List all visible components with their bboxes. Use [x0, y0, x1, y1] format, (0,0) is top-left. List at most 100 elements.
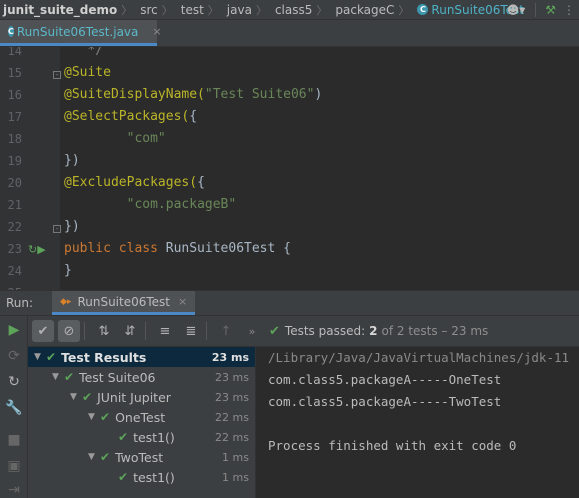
tree-row[interactable]: ▼ ✔ Test Suite06 23 ms	[28, 367, 255, 387]
line-number: 23	[7, 242, 22, 256]
tree-row[interactable]: ▼ ✔ Test Results 23 ms	[28, 347, 255, 367]
chevron-down-icon[interactable]: ▼	[52, 372, 64, 382]
hammer-icon[interactable]: ⚒	[542, 3, 559, 17]
test-status: ✔ Tests passed: 2 of 2 tests – 23 ms	[269, 324, 492, 339]
chevron-down-icon[interactable]: ▼	[34, 352, 46, 362]
passed-check-icon: ✔	[118, 470, 129, 484]
class-icon: C	[417, 4, 429, 15]
tree-item-duration: 22 ms	[215, 430, 249, 444]
status-suffix: of 2 tests – 23 ms	[381, 324, 489, 338]
tree-item-name: TwoTest	[115, 449, 164, 465]
tree-item-duration: 23 ms	[215, 370, 249, 384]
test-results-tree[interactable]: ▼ ✔ Test Results 23 ms ▼ ✔ Test Suite06 23 ms ▼ ✔…	[28, 347, 256, 498]
sort-alphabetically-icon[interactable]: ⇅	[93, 320, 115, 342]
status-count: 2	[369, 324, 378, 338]
code-line: })	[64, 219, 80, 234]
fold-marker-icon[interactable]: -	[53, 225, 61, 233]
more-icon[interactable]: ⋮	[559, 3, 579, 17]
settings-wrench-icon[interactable]: 🔧	[5, 400, 23, 416]
user-icon[interactable]: ☻▾	[503, 3, 530, 17]
code-line: public class RunSuite06Test {	[64, 241, 291, 256]
code-token: @Suite	[64, 65, 111, 80]
close-tab-icon[interactable]: ×	[152, 25, 161, 38]
tree-item-duration: 22 ms	[215, 410, 249, 424]
sort-by-duration-icon[interactable]: ⇵	[119, 320, 141, 342]
expand-all-icon[interactable]: ≡	[154, 320, 176, 342]
code-token: RunSuite06Test {	[165, 241, 291, 256]
editor-tab-bar: C RunSuite06Test.java ×	[0, 20, 579, 47]
passed-check-icon: ✔	[46, 350, 57, 364]
chevron-down-icon[interactable]: ▼	[70, 392, 82, 402]
line-number: 20	[7, 176, 22, 190]
tree-row[interactable]: ✔ test1() 1 ms	[28, 467, 255, 487]
tree-item-duration: 23 ms	[215, 390, 249, 404]
line-number: 14	[7, 47, 22, 58]
code-token: }	[64, 263, 72, 278]
code-token: @SelectPackages(	[64, 109, 190, 124]
chevron-down-icon[interactable]: ▼	[88, 412, 100, 422]
toggle-auto-test-icon[interactable]: ↻	[5, 374, 23, 390]
passed-check-icon: ✔	[82, 390, 93, 404]
run-tab-label: RunSuite06Test	[77, 294, 171, 309]
tree-item-name: Test Suite06	[79, 369, 156, 385]
code-editor[interactable]: 141516171819202122232425--↻▶ */@Suite@Su…	[0, 47, 579, 290]
tree-row[interactable]: ▼ ✔ JUnit Jupiter 23 ms	[28, 387, 255, 407]
code-token: "com"	[126, 131, 166, 146]
close-run-tab-icon[interactable]: ×	[178, 295, 187, 308]
code-token: {	[197, 175, 205, 190]
rerun-icon[interactable]: ▶	[5, 322, 23, 338]
line-number: 18	[7, 132, 22, 146]
line-number: 19	[7, 154, 22, 168]
breadcrumb-item-test[interactable]: test	[175, 3, 206, 17]
code-line: @SuiteDisplayName("Test Suite06")	[64, 87, 322, 102]
line-number: 15	[7, 66, 22, 80]
code-line: "com.packageB"	[64, 197, 237, 212]
tree-item-duration: 23 ms	[211, 350, 249, 364]
collapse-all-icon[interactable]: ≣	[180, 320, 202, 342]
passed-check-icon: ✔	[64, 370, 75, 384]
code-token: {	[189, 109, 198, 124]
line-number: 17	[7, 110, 22, 124]
run-tool-window-header: Run: ◆▸ RunSuite06Test ×	[0, 290, 579, 316]
rerun-failed-icon[interactable]: ⟳	[5, 348, 23, 364]
export-icon[interactable]: ⇥	[5, 482, 23, 498]
divider	[535, 2, 537, 17]
code-line: @Suite	[64, 65, 111, 80]
fold-marker-icon[interactable]: -	[53, 71, 61, 79]
code-line: })	[64, 153, 80, 168]
breadcrumb-item-packagec[interactable]: packageC	[329, 3, 396, 17]
run-test-gutter-icon[interactable]: ↻▶	[28, 243, 46, 256]
code-line: }	[64, 263, 72, 278]
editor-gutter: 141516171819202122232425--↻▶	[0, 47, 61, 290]
tab-run-configuration[interactable]: ◆▸ RunSuite06Test ×	[52, 291, 196, 315]
chevron-down-icon[interactable]: ▼	[88, 452, 100, 462]
breadcrumb-separator: 〉	[255, 3, 267, 17]
tree-item-duration: 1 ms	[222, 470, 249, 484]
tree-row[interactable]: ✔ test1() 22 ms	[28, 427, 255, 447]
more-actions-icon[interactable]: »	[241, 320, 263, 342]
divider	[84, 322, 85, 340]
previous-failed-icon[interactable]: ↑	[215, 320, 237, 342]
breadcrumb-item-java[interactable]: java	[221, 3, 254, 17]
camera-icon[interactable]: ▣	[5, 458, 23, 474]
tab-runsuite06test-java[interactable]: C RunSuite06Test.java ×	[0, 20, 162, 46]
breadcrumb-item-class5[interactable]: class5	[269, 3, 314, 17]
show-ignored-toggle-icon[interactable]: ⊘	[58, 320, 80, 342]
breadcrumb-item-src[interactable]: src	[134, 3, 160, 17]
run-config-icon: ◆▸	[60, 296, 72, 307]
tree-row[interactable]: ▼ ✔ TwoTest 1 ms	[28, 447, 255, 467]
console-output[interactable]: /Library/Java/JavaVirtualMachines/jdk-11…	[256, 347, 579, 498]
breadcrumb-project[interactable]: junit_suite_demo	[0, 3, 119, 17]
tree-row[interactable]: ▼ ✔ OneTest 22 ms	[28, 407, 255, 427]
line-number: 24	[7, 264, 22, 278]
code-line: "com"	[64, 131, 166, 146]
console-line: com.class5.packageA-----TwoTest	[268, 394, 502, 409]
breadcrumb-separator: 〉	[398, 3, 410, 17]
divider	[145, 322, 146, 340]
code-token: @SuiteDisplayName(	[64, 87, 205, 102]
show-passed-toggle-icon[interactable]: ✔	[32, 320, 54, 342]
stop-icon[interactable]: ■	[5, 432, 23, 448]
run-label: Run:	[6, 296, 34, 310]
run-side-actions: ▶ ⟳ ↻ 🔧 ■ ▣ ⇥	[0, 316, 28, 498]
